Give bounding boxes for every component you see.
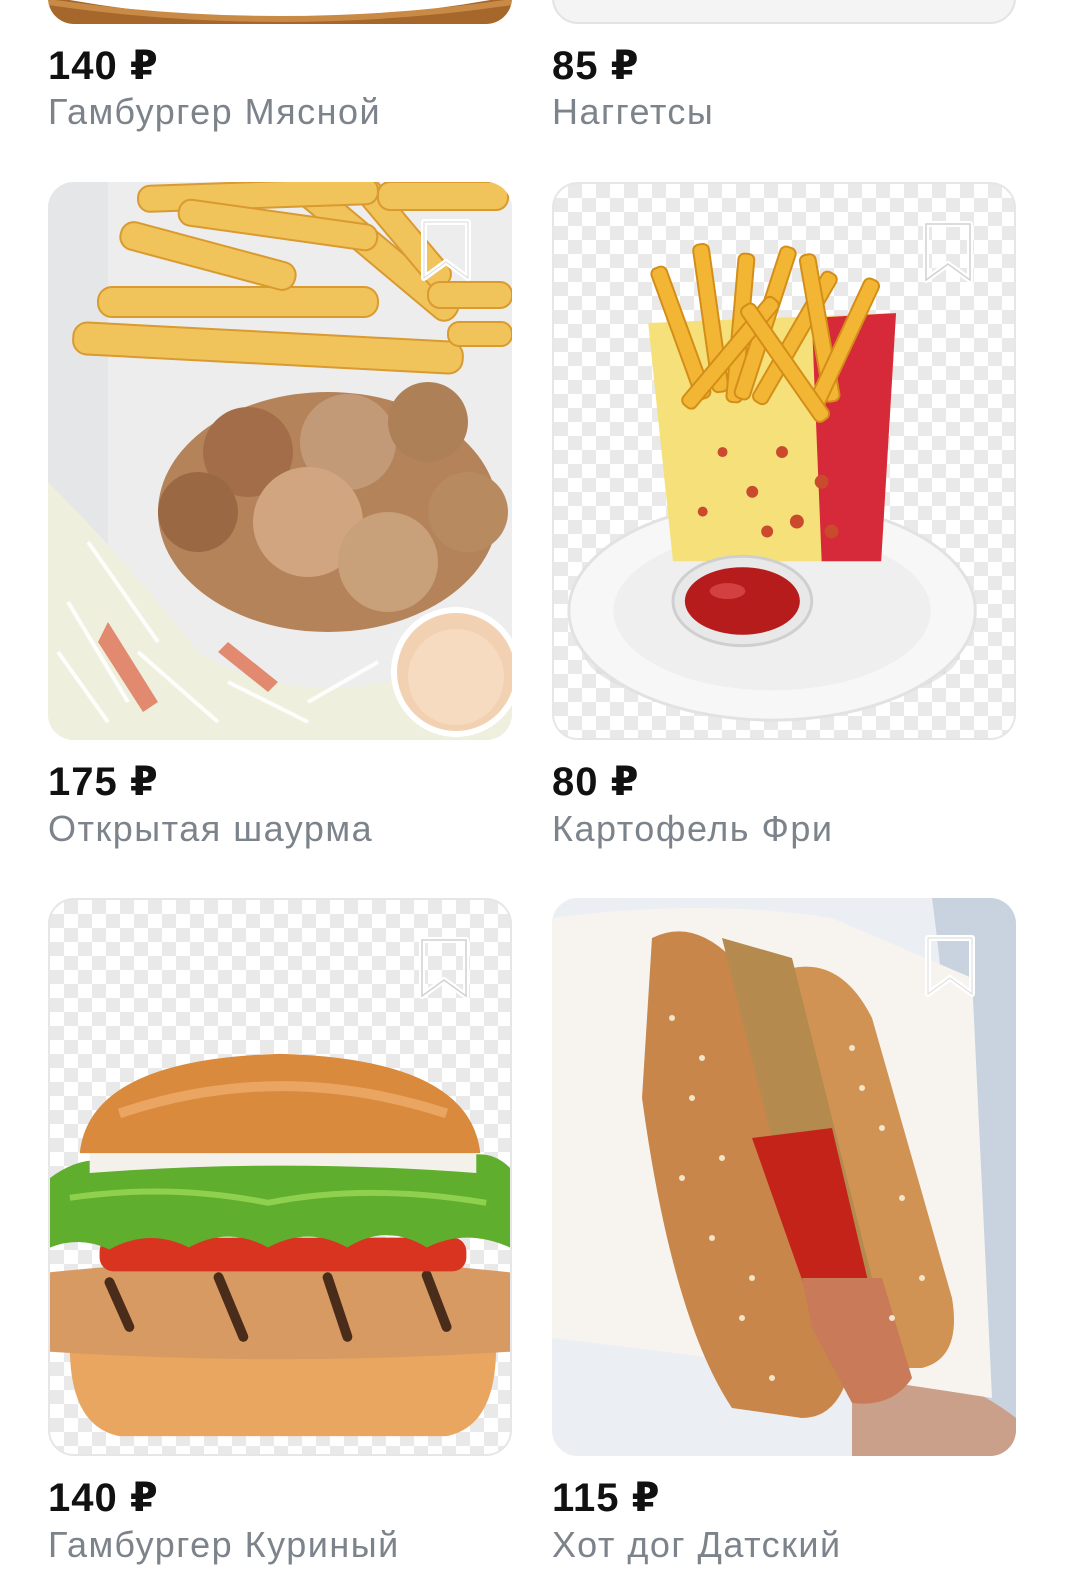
product-image-open-shawarma[interactable] (48, 182, 512, 740)
product-image-burger-meat[interactable] (48, 0, 512, 24)
product-card-danish-hot-dog[interactable]: 115 ₽ Хот дог Датский (552, 898, 1016, 1588)
product-price: 140 ₽ (48, 44, 159, 88)
product-price: 85 ₽ (552, 44, 640, 88)
bookmark-outline-icon[interactable] (416, 216, 476, 286)
product-image-french-fries[interactable] (552, 182, 1016, 740)
product-title[interactable]: Хот дог Датский (552, 1524, 842, 1566)
bookmark-outline-icon[interactable] (920, 932, 980, 1002)
product-card-burger-meat[interactable]: 140 ₽ Гамбургер Мясной (48, 0, 512, 140)
product-price: 80 ₽ (552, 760, 640, 804)
product-title[interactable]: Гамбургер Мясной (48, 91, 381, 133)
product-title[interactable]: Гамбургер Куриный (48, 1524, 400, 1566)
product-title[interactable]: Картофель Фри (552, 808, 834, 850)
product-card-chicken-burger[interactable]: 140 ₽ Гамбургер Куриный (48, 898, 512, 1588)
bookmark-outline-icon[interactable] (918, 218, 978, 288)
product-price: 115 ₽ (552, 1476, 661, 1520)
product-card-french-fries[interactable]: 80 ₽ Картофель Фри (552, 182, 1016, 862)
product-title[interactable]: Открытая шаурма (48, 808, 373, 850)
product-image-danish-hot-dog[interactable] (552, 898, 1016, 1456)
product-price: 140 ₽ (48, 1476, 159, 1520)
product-card-open-shawarma[interactable]: 175 ₽ Открытая шаурма (48, 182, 512, 862)
product-image-chicken-burger[interactable] (48, 898, 512, 1456)
product-price: 175 ₽ (48, 760, 159, 804)
product-card-nuggets[interactable]: 85 ₽ Наггетсы (552, 0, 1016, 140)
product-grid: 140 ₽ Гамбургер Мясной 85 ₽ Наггетсы 175… (0, 0, 1080, 1592)
bookmark-outline-icon[interactable] (414, 934, 474, 1004)
product-image-nuggets[interactable] (552, 0, 1016, 24)
product-title[interactable]: Наггетсы (552, 91, 714, 133)
